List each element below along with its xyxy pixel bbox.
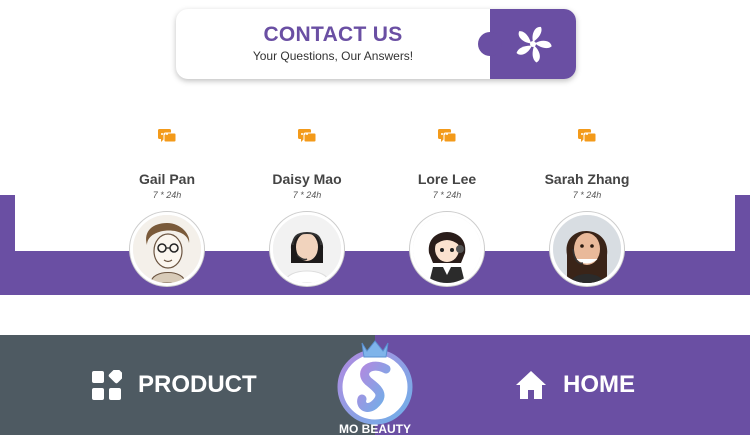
contact-us-subtitle: Your Questions, Our Answers! [252, 49, 414, 63]
agent-hours: 7 * 24h [292, 190, 322, 200]
agent-hours: 7 * 24h [432, 190, 462, 200]
agent-name: Lore Lee [417, 171, 477, 187]
agent-name: Gail Pan [138, 171, 196, 187]
support-agent-photo-icon [273, 215, 341, 283]
chat-icon[interactable] [438, 129, 456, 145]
product-label: PRODUCT [138, 371, 257, 398]
chat-icon[interactable] [298, 129, 316, 145]
crown-s-logo-icon: MO BEAUTY [337, 340, 413, 435]
cartoon-agent-icon [413, 215, 481, 283]
home-button[interactable]: HOME [515, 368, 635, 402]
apps-grid-icon [92, 369, 122, 400]
contact-us-text: CONTACT US Your Questions, Our Answers! [176, 9, 490, 79]
logo-text: MO BEAUTY [339, 422, 411, 435]
sketch-portrait-icon [133, 215, 201, 283]
avatar[interactable] [550, 212, 624, 286]
chat-icon[interactable] [158, 129, 176, 145]
page: CONTACT US Your Questions, Our Answers! [0, 0, 750, 435]
agent-name: Daisy Mao [272, 171, 342, 187]
chat-icon[interactable] [578, 129, 596, 145]
contact-us-title: CONTACT US [263, 23, 403, 46]
avatar[interactable] [410, 212, 484, 286]
agent-hours: 7 * 24h [152, 190, 182, 200]
product-button[interactable]: PRODUCT [91, 368, 257, 402]
agent-name: Sarah Zhang [544, 171, 630, 187]
pinwheel-icon [516, 26, 552, 63]
agent-hours: 7 * 24h [572, 190, 602, 200]
puzzle-knob [478, 32, 502, 56]
brand-logo[interactable]: MO BEAUTY [334, 335, 416, 435]
home-label: HOME [563, 371, 635, 398]
agents-panel: Gail Pan 7 * 24h Daisy Mao 7 * 24h Lore … [15, 104, 735, 286]
avatar[interactable] [130, 212, 204, 286]
avatar[interactable] [270, 212, 344, 286]
contact-us-puzzle-tab[interactable] [478, 9, 576, 79]
support-agent-photo-icon [553, 215, 621, 283]
home-icon [516, 371, 546, 399]
footer-nav: PRODUCT MO BEAUTY HOME [0, 335, 750, 435]
contact-us-banner[interactable]: CONTACT US Your Questions, Our Answers! [176, 9, 576, 79]
